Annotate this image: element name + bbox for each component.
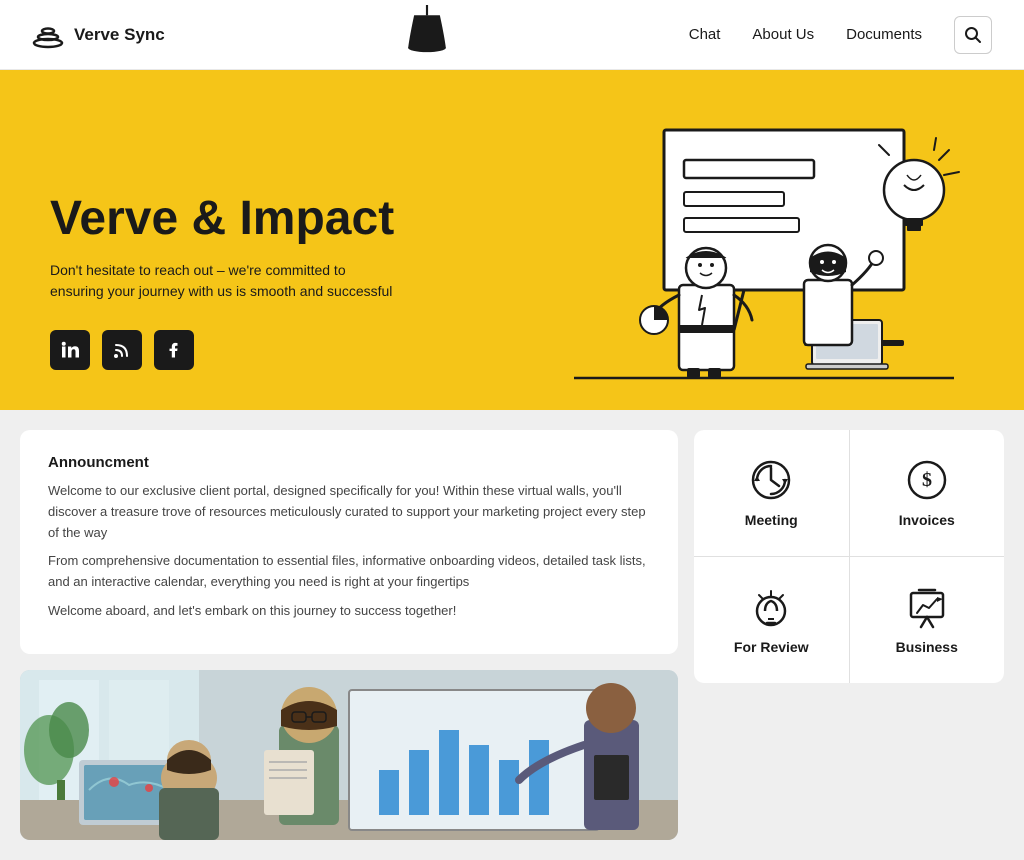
- business-icon: [905, 585, 949, 629]
- svg-text:$: $: [922, 469, 932, 491]
- hero-svg: [494, 110, 974, 410]
- right-grid: Meeting $ Invoices: [694, 430, 1004, 683]
- business-label: Business: [896, 639, 958, 655]
- left-column: Announcment Welcome to our exclusive cli…: [20, 430, 678, 840]
- logo-area[interactable]: Verve Sync: [32, 19, 165, 51]
- hero-left: Verve & Impact Don't hesitate to reach o…: [50, 193, 494, 410]
- announcement-card: Announcment Welcome to our exclusive cli…: [20, 430, 678, 654]
- main-content: Announcment Welcome to our exclusive cli…: [0, 410, 1024, 860]
- meeting-icon: [749, 458, 793, 502]
- for-review-label: For Review: [734, 639, 809, 655]
- facebook-icon[interactable]: [154, 330, 194, 370]
- hero-section: Verve & Impact Don't hesitate to reach o…: [0, 70, 1024, 410]
- hero-title: Verve & Impact: [50, 193, 494, 246]
- rss-icon[interactable]: [102, 330, 142, 370]
- scene-illustration: [20, 670, 678, 840]
- grid-item-business[interactable]: Business: [850, 557, 1005, 683]
- search-icon: [964, 26, 982, 44]
- grid-item-invoices[interactable]: $ Invoices: [850, 430, 1005, 556]
- announcement-para-1: Welcome to our exclusive client portal, …: [48, 481, 650, 543]
- meeting-label: Meeting: [745, 512, 798, 528]
- nav-links: Chat About Us Documents: [689, 16, 992, 54]
- announcement-para-2: From comprehensive documentation to esse…: [48, 551, 650, 593]
- hero-illustration: [494, 110, 974, 410]
- invoices-label: Invoices: [899, 512, 955, 528]
- brand-name: Verve Sync: [74, 25, 165, 45]
- nav-link-chat[interactable]: Chat: [689, 26, 721, 43]
- right-column: Meeting $ Invoices: [694, 430, 1004, 840]
- hero-subtitle: Don't hesitate to reach out – we're comm…: [50, 260, 400, 302]
- grid-item-for-review[interactable]: For Review: [694, 557, 849, 683]
- nav-link-about[interactable]: About Us: [752, 26, 814, 43]
- for-review-icon: [749, 585, 793, 629]
- search-button[interactable]: [954, 16, 992, 54]
- nav-link-documents[interactable]: Documents: [846, 26, 922, 43]
- linkedin-icon[interactable]: [50, 330, 90, 370]
- nav-center: [165, 5, 689, 65]
- grid-item-meeting[interactable]: Meeting: [694, 430, 849, 556]
- invoices-icon: $: [905, 458, 949, 502]
- logo-icon: [32, 19, 64, 51]
- announcement-title: Announcment: [48, 454, 650, 471]
- photo-card: [20, 670, 678, 840]
- announcement-para-3: Welcome aboard, and let's embark on this…: [48, 601, 650, 622]
- navbar: Verve Sync Chat About Us Documents: [0, 0, 1024, 70]
- social-icons: [50, 330, 494, 370]
- lamp-icon: [397, 5, 457, 65]
- scene-svg: [20, 670, 678, 840]
